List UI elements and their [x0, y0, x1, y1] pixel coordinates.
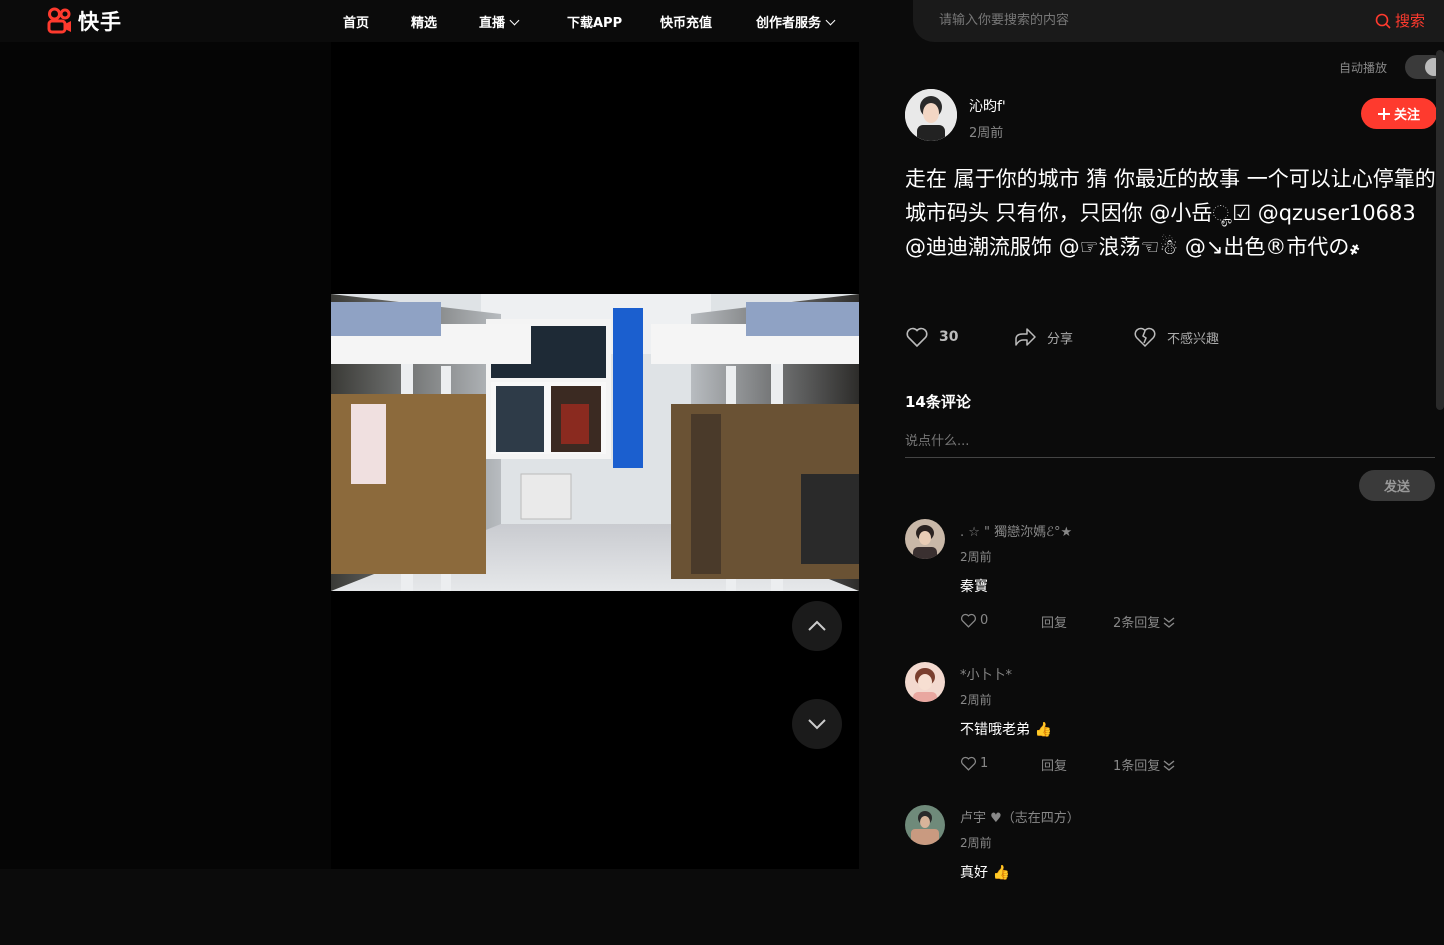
search-button-label: 搜索	[1395, 12, 1426, 30]
double-chevron-down-icon	[1163, 759, 1175, 771]
view-replies-button[interactable]: 1条回复	[1113, 755, 1176, 774]
search-bar: 搜索	[913, 0, 1444, 42]
search-button[interactable]: 搜索	[1375, 10, 1425, 31]
heart-icon	[906, 327, 928, 348]
commenter-avatar[interactable]	[905, 662, 945, 702]
not-interested-label: 不感兴趣	[1167, 331, 1220, 347]
send-button[interactable]: 发送	[1359, 470, 1435, 501]
like-count: 30	[939, 329, 959, 345]
nav-item-featured[interactable]: 精选	[411, 12, 437, 31]
action-bar: 30 分享 不感兴趣	[905, 325, 1325, 351]
top-nav: 首页 精选 直播 下载APP 快币充值 创作者服务	[331, 0, 859, 42]
replies-label: 2条回复	[1113, 616, 1161, 631]
nav-item-label: 直播	[479, 16, 506, 31]
video-player[interactable]	[331, 42, 859, 869]
replies-label: 1条回复	[1113, 759, 1161, 774]
like-button[interactable]: 30	[905, 325, 958, 349]
next-video-button[interactable]	[792, 699, 842, 749]
plus-icon	[1377, 107, 1390, 120]
comment-item: . ☆ " 獨戀沵媽ℰ°★ 2周前 秦寶 0 回复 2条回复	[905, 519, 1435, 659]
commenter-avatar[interactable]	[905, 519, 945, 559]
search-icon	[1375, 13, 1391, 29]
comment-like-button[interactable]: 1	[960, 755, 988, 772]
kuaishou-logo-icon	[47, 7, 71, 34]
comment-item: 卢宇 ♥（志在四方） 2周前 真好 👍	[905, 805, 1435, 945]
panel-scrollbar[interactable]	[1436, 50, 1444, 410]
author-avatar[interactable]	[905, 89, 957, 141]
commenter-avatar-image	[905, 519, 945, 559]
reply-button[interactable]: 回复	[1041, 755, 1067, 774]
chevron-down-icon	[808, 719, 826, 730]
share-button[interactable]: 分享	[1013, 325, 1073, 349]
chevron-down-icon	[825, 15, 836, 26]
nav-item-recharge[interactable]: 快币充值	[660, 12, 712, 31]
previous-video-button[interactable]	[792, 601, 842, 651]
video-frame[interactable]	[331, 294, 859, 591]
comment-like-count: 0	[980, 613, 989, 628]
nav-item-download-app[interactable]: 下载APP	[567, 12, 622, 31]
nav-item-live[interactable]: 直播	[479, 12, 520, 31]
dorm-room-video-image	[331, 294, 859, 591]
heart-icon	[960, 756, 977, 771]
follow-button-label: 关注	[1393, 108, 1420, 123]
commenter-avatar[interactable]	[905, 805, 945, 845]
chevron-down-icon	[509, 15, 520, 26]
author-avatar-image	[905, 89, 957, 141]
view-replies-button[interactable]: 2条回复	[1113, 612, 1176, 631]
comment-time: 2周前	[960, 693, 992, 707]
share-icon	[1015, 328, 1036, 346]
broken-heart-icon	[1134, 327, 1156, 348]
comment-time: 2周前	[960, 836, 992, 850]
nav-item-label: 创作者服务	[756, 16, 822, 31]
follow-button[interactable]: 关注	[1361, 98, 1437, 129]
autoplay-label: 自动播放	[1339, 61, 1388, 75]
comment-like-button[interactable]: 0	[960, 612, 988, 629]
comment-text: 不错哦老弟 👍	[960, 722, 1052, 738]
kuaishou-logo[interactable]: 快手	[46, 6, 122, 36]
comment-item: *小卜卜* 2周前 不错哦老弟 👍 1 回复 1条回复	[905, 662, 1435, 802]
nav-item-label: 首页	[343, 16, 370, 31]
commenter-avatar-image	[905, 662, 945, 702]
comment-like-count: 1	[980, 756, 989, 771]
left-column	[0, 42, 331, 869]
comment-count: 14条评论	[905, 393, 971, 411]
commenter-avatar-image	[905, 805, 945, 845]
author-name[interactable]: 沁昀f'	[969, 96, 1006, 116]
comment-text: 真好 👍	[960, 865, 1010, 881]
commenter-name[interactable]: *小卜卜*	[960, 664, 1012, 683]
nav-item-creator-services[interactable]: 创作者服务	[756, 12, 836, 31]
search-input[interactable]	[937, 12, 1337, 29]
detail-panel: 自动播放 沁昀f' 2周前 关注 走在 属于你的城市 猜 你最近的故事 一个可以…	[859, 42, 1444, 881]
heart-icon	[960, 613, 977, 628]
not-interested-button[interactable]: 不感兴趣	[1133, 325, 1219, 349]
comment-text: 秦寶	[960, 579, 988, 595]
post-time: 2周前	[969, 126, 1004, 141]
comment-time: 2周前	[960, 550, 992, 564]
nav-item-label: 精选	[411, 16, 438, 31]
chevron-up-icon	[808, 620, 826, 631]
nav-item-label: 下载APP	[567, 16, 623, 31]
commenter-name[interactable]: . ☆ " 獨戀沵媽ℰ°★	[960, 521, 1072, 540]
comment-input[interactable]	[905, 426, 1435, 458]
brand-name: 快手	[78, 10, 122, 34]
reply-button[interactable]: 回复	[1041, 612, 1067, 631]
commenter-name[interactable]: 卢宇 ♥（志在四方）	[960, 807, 1080, 826]
nav-item-label: 快币充值	[660, 16, 713, 31]
double-chevron-down-icon	[1163, 616, 1175, 628]
share-label: 分享	[1047, 331, 1074, 347]
video-caption: 走在 属于你的城市 猜 你最近的故事 一个可以让心停靠的城市码头 只有你，只因你…	[905, 167, 1436, 259]
nav-item-home[interactable]: 首页	[343, 12, 369, 31]
